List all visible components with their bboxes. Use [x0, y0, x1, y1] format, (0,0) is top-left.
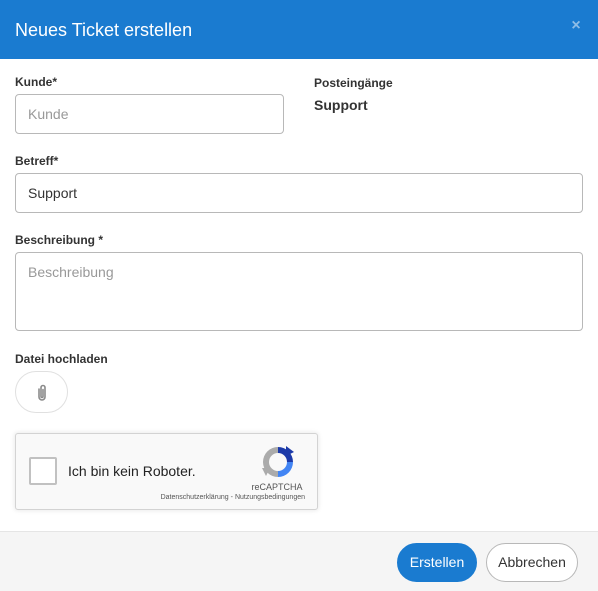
recaptcha-brand: reCAPTCHA — [251, 482, 303, 492]
customer-label: Kunde* — [15, 75, 57, 89]
recaptcha-label: Ich bin kein Roboter. — [68, 463, 196, 479]
subject-label: Betreff* — [15, 154, 59, 168]
customer-input[interactable] — [15, 94, 284, 134]
inboxes-value: Support — [314, 97, 368, 113]
paperclip-icon — [38, 384, 46, 401]
modal-title: Neues Ticket erstellen — [15, 20, 193, 40]
recaptcha-links: Datenschutzerklärung - Nutzungsbedingung… — [161, 494, 305, 501]
recaptcha-checkbox[interactable] — [29, 457, 57, 485]
terms-link[interactable]: Nutzungsbedingungen — [235, 494, 305, 501]
inboxes-label: Posteingänge — [314, 76, 393, 90]
recaptcha-logo-icon — [262, 446, 294, 477]
close-icon[interactable]: × — [567, 16, 585, 36]
modal-header: Neues Ticket erstellen × — [0, 0, 598, 59]
description-label: Beschreibung * — [15, 233, 104, 247]
upload-label: Datei hochladen — [15, 352, 108, 366]
description-textarea[interactable] — [15, 252, 583, 331]
cancel-button[interactable]: Abbrechen — [486, 543, 578, 582]
create-button[interactable]: Erstellen — [397, 543, 477, 582]
recaptcha-widget: Ich bin kein Roboter. reCAPTCHA Datensch… — [15, 433, 318, 510]
modal-footer: Erstellen Abbrechen — [0, 531, 598, 591]
new-ticket-modal: Neues Ticket erstellen × Kunde* Posteing… — [0, 0, 598, 591]
attach-file-button[interactable] — [15, 371, 68, 413]
subject-input[interactable] — [15, 173, 583, 213]
privacy-link[interactable]: Datenschutzerklärung — [161, 494, 229, 501]
